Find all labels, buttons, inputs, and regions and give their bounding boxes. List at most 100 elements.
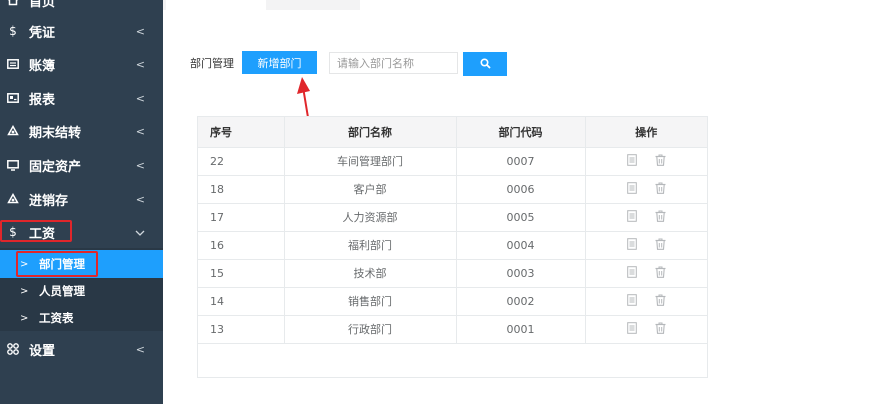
- trash-icon[interactable]: [655, 322, 666, 337]
- nav-item-ledger[interactable]: 账簿 <: [0, 47, 163, 81]
- nav-label: 固定资产: [29, 159, 82, 175]
- nav-item-settings[interactable]: 设置 <: [0, 332, 163, 366]
- monitor-icon: [6, 158, 20, 172]
- edit-icon[interactable]: [626, 265, 637, 281]
- cell-name: 技术部: [284, 259, 457, 288]
- edit-icon[interactable]: [626, 153, 637, 169]
- trash-icon[interactable]: [655, 238, 666, 253]
- table-row: 13 行政部门 0001: [198, 315, 707, 344]
- cell-no: 16: [198, 231, 285, 260]
- tab-active[interactable]: [266, 0, 360, 10]
- chevron-right-icon: >: [20, 285, 29, 297]
- cell-code: 0002: [456, 287, 586, 316]
- sub-item-staff-management[interactable]: > 人员管理: [0, 277, 163, 305]
- search-button[interactable]: [463, 52, 507, 76]
- trash-icon[interactable]: [655, 266, 666, 281]
- page-title: 部门管理: [190, 57, 234, 70]
- nav-item-inventory[interactable]: 进销存 <: [0, 182, 163, 216]
- chevron-left-icon: <: [135, 342, 145, 356]
- chevron-left-icon: <: [135, 192, 145, 206]
- cell-no: 13: [198, 315, 285, 344]
- table-row: 14 销售部门 0002: [198, 287, 707, 316]
- department-table: 序号 部门名称 部门代码 操作 22 车间管理部门 0007 18 客户部 0006 17 人…: [197, 116, 708, 378]
- dollar-icon: $: [9, 24, 17, 38]
- nav-label: 进销存: [29, 193, 69, 209]
- sidebar: 首页 $ 凭证 < 账簿 < 报表 < 期末结转 < 固定资产 < 进销存 < …: [0, 0, 163, 404]
- nav-label: 期末结转: [29, 125, 82, 141]
- chevron-left-icon: <: [135, 24, 145, 38]
- column-header-name: 部门名称: [284, 117, 457, 148]
- nav-label: 工资: [29, 226, 56, 242]
- nav-label: 首页: [29, 0, 56, 10]
- column-header-actions: 操作: [585, 117, 707, 148]
- grid-icon: [6, 342, 20, 356]
- sub-item-label: 部门管理: [39, 257, 85, 271]
- inventory-icon: [6, 192, 20, 206]
- nav-item-salary[interactable]: $ 工资: [0, 215, 163, 249]
- nav-item-report[interactable]: 报表 <: [0, 81, 163, 115]
- edit-icon[interactable]: [626, 237, 637, 253]
- report-icon: [6, 91, 20, 105]
- cell-code: 0005: [456, 203, 586, 232]
- cell-actions: [585, 315, 707, 344]
- search-input[interactable]: [329, 52, 458, 74]
- nav-label: 账簿: [29, 58, 56, 74]
- cell-code: 0001: [456, 315, 586, 344]
- home-icon: [6, 0, 20, 7]
- trash-icon[interactable]: [655, 210, 666, 225]
- cell-name: 福利部门: [284, 231, 457, 260]
- cell-actions: [585, 259, 707, 288]
- nav-item-voucher[interactable]: $ 凭证 <: [0, 14, 163, 48]
- cell-no: 15: [198, 259, 285, 288]
- chevron-down-icon: [135, 226, 145, 239]
- transfer-icon: [6, 124, 20, 138]
- table-header-row: 序号 部门名称 部门代码 操作: [198, 117, 707, 148]
- tab-strip-rest: [360, 0, 894, 10]
- edit-icon[interactable]: [626, 181, 637, 197]
- chevron-right-icon: >: [20, 312, 29, 324]
- tab-strip: [166, 0, 266, 10]
- sub-item-dept-management[interactable]: > 部门管理: [0, 250, 163, 278]
- cell-actions: [585, 147, 707, 176]
- dollar-icon: $: [9, 225, 17, 239]
- cell-code: 0007: [456, 147, 586, 176]
- trash-icon[interactable]: [655, 154, 666, 169]
- cell-no: 22: [198, 147, 285, 176]
- chevron-left-icon: <: [135, 57, 145, 71]
- edit-icon[interactable]: [626, 209, 637, 225]
- cell-name: 行政部门: [284, 315, 457, 344]
- cell-no: 14: [198, 287, 285, 316]
- column-header-no: 序号: [198, 117, 285, 148]
- cell-actions: [585, 231, 707, 260]
- sub-item-label: 工资表: [39, 311, 74, 325]
- add-department-button[interactable]: 新增部门: [242, 51, 317, 74]
- nav-label: 凭证: [29, 25, 56, 41]
- nav-item-period-end[interactable]: 期末结转 <: [0, 114, 163, 148]
- sub-item-label: 人员管理: [39, 284, 85, 298]
- table-row: 18 客户部 0006: [198, 175, 707, 204]
- cell-name: 人力资源部: [284, 203, 457, 232]
- table-row: 16 福利部门 0004: [198, 231, 707, 260]
- cell-name: 车间管理部门: [284, 147, 457, 176]
- cell-code: 0006: [456, 175, 586, 204]
- cell-no: 18: [198, 175, 285, 204]
- table-row: 15 技术部 0003: [198, 259, 707, 288]
- nav-label: 设置: [29, 343, 56, 359]
- nav-label: 报表: [29, 92, 56, 108]
- edit-icon[interactable]: [626, 321, 637, 337]
- sub-item-payroll[interactable]: > 工资表: [0, 304, 163, 332]
- chevron-left-icon: <: [135, 158, 145, 172]
- cell-name: 销售部门: [284, 287, 457, 316]
- edit-icon[interactable]: [626, 293, 637, 309]
- table-row: 17 人力资源部 0005: [198, 203, 707, 232]
- nav-item-fixed-assets[interactable]: 固定资产 <: [0, 148, 163, 182]
- chevron-left-icon: <: [135, 91, 145, 105]
- trash-icon[interactable]: [655, 182, 666, 197]
- chevron-right-icon: >: [20, 258, 29, 270]
- salary-submenu: > 部门管理 > 人员管理 > 工资表: [0, 248, 163, 331]
- chevron-left-icon: <: [135, 124, 145, 138]
- cell-name: 客户部: [284, 175, 457, 204]
- trash-icon[interactable]: [655, 294, 666, 309]
- search-icon: [479, 57, 491, 72]
- ledger-icon: [6, 57, 20, 71]
